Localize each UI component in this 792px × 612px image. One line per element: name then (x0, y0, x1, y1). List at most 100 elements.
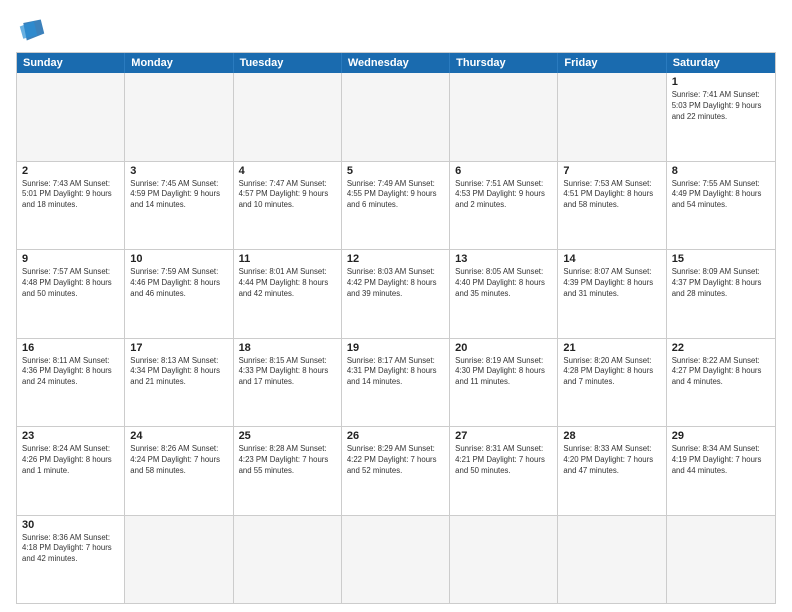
day-info: Sunrise: 8:19 AM Sunset: 4:30 PM Dayligh… (455, 356, 552, 389)
day-info: Sunrise: 8:24 AM Sunset: 4:26 PM Dayligh… (22, 444, 119, 477)
day-info: Sunrise: 7:49 AM Sunset: 4:55 PM Dayligh… (347, 179, 444, 212)
calendar-cell-0-0 (17, 73, 125, 161)
calendar-cell-2-6: 15 Sunrise: 8:09 AM Sunset: 4:37 PM Dayli… (667, 250, 775, 338)
day-number: 7 (563, 165, 660, 177)
calendar-row-4: 23 Sunrise: 8:24 AM Sunset: 4:26 PM Dayli… (17, 426, 775, 515)
day-info: Sunrise: 7:47 AM Sunset: 4:57 PM Dayligh… (239, 179, 336, 212)
day-number: 26 (347, 430, 444, 442)
day-number: 16 (22, 342, 119, 354)
day-number: 9 (22, 253, 119, 265)
header-day-saturday: Saturday (667, 53, 775, 73)
calendar-cell-4-4: 27 Sunrise: 8:31 AM Sunset: 4:21 PM Dayli… (450, 427, 558, 515)
day-number: 4 (239, 165, 336, 177)
page: SundayMondayTuesdayWednesdayThursdayFrid… (0, 0, 792, 612)
calendar-cell-1-0: 2 Sunrise: 7:43 AM Sunset: 5:01 PM Daylig… (17, 162, 125, 250)
day-info: Sunrise: 8:05 AM Sunset: 4:40 PM Dayligh… (455, 267, 552, 300)
day-info: Sunrise: 8:17 AM Sunset: 4:31 PM Dayligh… (347, 356, 444, 389)
day-number: 15 (672, 253, 770, 265)
header-day-friday: Friday (558, 53, 666, 73)
day-info: Sunrise: 8:31 AM Sunset: 4:21 PM Dayligh… (455, 444, 552, 477)
calendar-cell-5-1 (125, 516, 233, 604)
day-number: 12 (347, 253, 444, 265)
day-info: Sunrise: 7:45 AM Sunset: 4:59 PM Dayligh… (130, 179, 227, 212)
calendar-cell-0-3 (342, 73, 450, 161)
day-number: 22 (672, 342, 770, 354)
calendar-cell-0-6: 1 Sunrise: 7:41 AM Sunset: 5:03 PM Daylig… (667, 73, 775, 161)
calendar-cell-3-5: 21Sunrise: 8:20 AM Sunset: 4:28 PM Dayli… (558, 339, 666, 427)
day-number: 23 (22, 430, 119, 442)
calendar-cell-1-2: 4 Sunrise: 7:47 AM Sunset: 4:57 PM Daylig… (234, 162, 342, 250)
header (16, 16, 776, 44)
header-day-wednesday: Wednesday (342, 53, 450, 73)
day-number: 3 (130, 165, 227, 177)
calendar-row-1: 2 Sunrise: 7:43 AM Sunset: 5:01 PM Daylig… (17, 161, 775, 250)
calendar-cell-2-0: 9Sunrise: 7:57 AM Sunset: 4:48 PM Daylig… (17, 250, 125, 338)
day-info: Sunrise: 7:51 AM Sunset: 4:53 PM Dayligh… (455, 179, 552, 212)
calendar-cell-5-2 (234, 516, 342, 604)
calendar-cell-1-3: 5Sunrise: 7:49 AM Sunset: 4:55 PM Daylig… (342, 162, 450, 250)
day-number: 8 (672, 165, 770, 177)
day-number: 14 (563, 253, 660, 265)
calendar-cell-3-3: 19 Sunrise: 8:17 AM Sunset: 4:31 PM Dayli… (342, 339, 450, 427)
calendar-cell-4-6: 29Sunrise: 8:34 AM Sunset: 4:19 PM Dayli… (667, 427, 775, 515)
day-info: Sunrise: 8:15 AM Sunset: 4:33 PM Dayligh… (239, 356, 336, 389)
day-info: Sunrise: 8:07 AM Sunset: 4:39 PM Dayligh… (563, 267, 660, 300)
calendar-row-5: 30 Sunrise: 8:36 AM Sunset: 4:18 PM Dayli… (17, 515, 775, 604)
day-info: Sunrise: 8:33 AM Sunset: 4:20 PM Dayligh… (563, 444, 660, 477)
day-number: 10 (130, 253, 227, 265)
day-number: 11 (239, 253, 336, 265)
header-day-tuesday: Tuesday (234, 53, 342, 73)
calendar-cell-2-1: 10 Sunrise: 7:59 AM Sunset: 4:46 PM Dayli… (125, 250, 233, 338)
calendar-cell-5-3 (342, 516, 450, 604)
calendar-cell-5-6 (667, 516, 775, 604)
day-info: Sunrise: 7:41 AM Sunset: 5:03 PM Dayligh… (672, 90, 770, 123)
calendar-cell-3-2: 18 Sunrise: 8:15 AM Sunset: 4:33 PM Dayli… (234, 339, 342, 427)
logo (16, 16, 52, 44)
day-info: Sunrise: 8:34 AM Sunset: 4:19 PM Dayligh… (672, 444, 770, 477)
calendar-cell-4-5: 28 Sunrise: 8:33 AM Sunset: 4:20 PM Dayli… (558, 427, 666, 515)
calendar-cell-2-2: 11Sunrise: 8:01 AM Sunset: 4:44 PM Dayli… (234, 250, 342, 338)
day-number: 1 (672, 76, 770, 88)
calendar-cell-0-1 (125, 73, 233, 161)
day-info: Sunrise: 7:55 AM Sunset: 4:49 PM Dayligh… (672, 179, 770, 212)
header-day-monday: Monday (125, 53, 233, 73)
calendar-cell-2-4: 13Sunrise: 8:05 AM Sunset: 4:40 PM Dayli… (450, 250, 558, 338)
day-number: 21 (563, 342, 660, 354)
day-info: Sunrise: 7:43 AM Sunset: 5:01 PM Dayligh… (22, 179, 119, 212)
day-number: 19 (347, 342, 444, 354)
calendar-cell-5-5 (558, 516, 666, 604)
day-number: 30 (22, 519, 119, 531)
day-info: Sunrise: 8:13 AM Sunset: 4:34 PM Dayligh… (130, 356, 227, 389)
general-blue-logo-icon (16, 16, 48, 44)
calendar-cell-5-4 (450, 516, 558, 604)
calendar-cell-2-5: 14 Sunrise: 8:07 AM Sunset: 4:39 PM Dayli… (558, 250, 666, 338)
day-number: 24 (130, 430, 227, 442)
day-number: 28 (563, 430, 660, 442)
calendar-cell-3-4: 20 Sunrise: 8:19 AM Sunset: 4:30 PM Dayli… (450, 339, 558, 427)
day-number: 6 (455, 165, 552, 177)
calendar-cell-0-2 (234, 73, 342, 161)
calendar-cell-4-3: 26Sunrise: 8:29 AM Sunset: 4:22 PM Dayli… (342, 427, 450, 515)
header-day-thursday: Thursday (450, 53, 558, 73)
calendar-cell-1-1: 3 Sunrise: 7:45 AM Sunset: 4:59 PM Daylig… (125, 162, 233, 250)
calendar-cell-3-6: 22Sunrise: 8:22 AM Sunset: 4:27 PM Dayli… (667, 339, 775, 427)
calendar-cell-5-0: 30 Sunrise: 8:36 AM Sunset: 4:18 PM Dayli… (17, 516, 125, 604)
day-number: 27 (455, 430, 552, 442)
calendar-row-0: 1 Sunrise: 7:41 AM Sunset: 5:03 PM Daylig… (17, 73, 775, 161)
day-info: Sunrise: 8:28 AM Sunset: 4:23 PM Dayligh… (239, 444, 336, 477)
day-number: 2 (22, 165, 119, 177)
day-info: Sunrise: 7:59 AM Sunset: 4:46 PM Dayligh… (130, 267, 227, 300)
calendar-cell-1-4: 6 Sunrise: 7:51 AM Sunset: 4:53 PM Daylig… (450, 162, 558, 250)
calendar-cell-4-2: 25Sunrise: 8:28 AM Sunset: 4:23 PM Dayli… (234, 427, 342, 515)
calendar-cell-2-3: 12Sunrise: 8:03 AM Sunset: 4:42 PM Dayli… (342, 250, 450, 338)
day-number: 18 (239, 342, 336, 354)
day-info: Sunrise: 8:09 AM Sunset: 4:37 PM Dayligh… (672, 267, 770, 300)
calendar-cell-0-4 (450, 73, 558, 161)
calendar-header: SundayMondayTuesdayWednesdayThursdayFrid… (17, 53, 775, 73)
day-info: Sunrise: 8:11 AM Sunset: 4:36 PM Dayligh… (22, 356, 119, 389)
calendar-row-3: 16 Sunrise: 8:11 AM Sunset: 4:36 PM Dayli… (17, 338, 775, 427)
day-number: 20 (455, 342, 552, 354)
day-info: Sunrise: 8:36 AM Sunset: 4:18 PM Dayligh… (22, 533, 119, 566)
calendar-cell-4-0: 23 Sunrise: 8:24 AM Sunset: 4:26 PM Dayli… (17, 427, 125, 515)
calendar-cell-3-1: 17Sunrise: 8:13 AM Sunset: 4:34 PM Dayli… (125, 339, 233, 427)
